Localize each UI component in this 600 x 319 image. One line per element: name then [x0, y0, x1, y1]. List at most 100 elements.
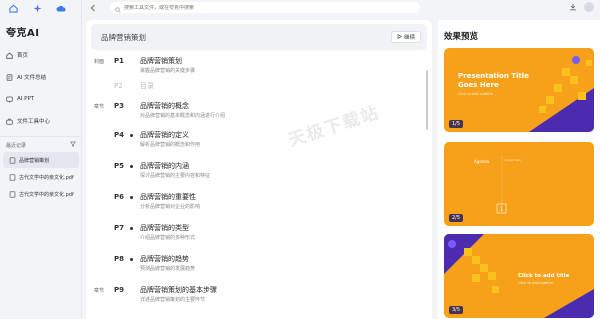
- sidebar-item-ai-file-summary[interactable]: AI 文件总结: [0, 66, 82, 88]
- slide-subtitle: Click to add subtitle: [458, 92, 493, 96]
- row-subtitle[interactable]: 解析品牌营销的概念和作用: [140, 141, 200, 148]
- slide-page-badge: 1/5: [449, 120, 464, 128]
- bullet-dot: [130, 134, 133, 137]
- row-title[interactable]: 目录: [140, 81, 154, 91]
- sidebar-nav: 首页 AI 文件总结 AI PPT 文件工具中心: [0, 44, 82, 132]
- filter-icon[interactable]: [69, 141, 77, 149]
- row-subtitle[interactable]: 掌握品牌营销的关键步骤: [140, 67, 195, 74]
- row-title[interactable]: 品牌营销的概念: [140, 101, 189, 111]
- preview-panel: 效果预览 Presentation Title Goes Here Click …: [438, 20, 600, 319]
- ppt-icon: [6, 96, 13, 103]
- ppt-file-icon: [9, 156, 16, 164]
- bullet-dot: [130, 196, 133, 199]
- continue-button[interactable]: 继续: [390, 31, 421, 43]
- play-icon: [397, 33, 403, 41]
- bullet-dot: [130, 227, 133, 230]
- outline-title-bar: 品牌营销策划 继续: [91, 24, 427, 50]
- search-bar[interactable]: [110, 2, 420, 13]
- document-icon: [9, 190, 16, 198]
- recent-history: 最近记录 品牌营销策划 古代文学中的亲文化.pdf 古代文学中的亲文化.pdf: [0, 136, 82, 203]
- row-subtitle[interactable]: 详述品牌营销策划的主要环节: [140, 296, 205, 303]
- page-number: P6: [114, 193, 125, 201]
- history-item[interactable]: 品牌营销策划: [3, 152, 79, 168]
- cloud-icon[interactable]: [56, 3, 66, 13]
- history-item-label: 古代文学中的亲文化.pdf: [19, 191, 74, 198]
- scrollbar[interactable]: [426, 70, 428, 130]
- slide-thumbnail[interactable]: Presentation Title Goes Here Click to ad…: [444, 48, 594, 132]
- slide-title: Click to add title: [518, 273, 570, 279]
- outline-row[interactable]: P6 品牌营销的重要性 分析品牌营销对企业的影响: [86, 190, 432, 221]
- row-tag: 章节: [94, 288, 105, 294]
- outline-row[interactable]: P2 目录: [86, 79, 432, 99]
- preview-title: 效果预览: [444, 32, 479, 42]
- slide-subtitle: Content Here: [504, 159, 521, 162]
- search-input[interactable]: [124, 4, 414, 11]
- row-tag: 章节: [94, 104, 105, 110]
- slide-page-badge: 3/5: [449, 306, 464, 314]
- row-title[interactable]: 品牌营销策划: [140, 56, 182, 66]
- page-number: P2: [114, 82, 123, 90]
- avatar[interactable]: [584, 2, 594, 12]
- outline-row[interactable]: P8 品牌营销的趋势 预测品牌营销的发展趋势: [86, 252, 432, 283]
- slide-page-badge: 2/5: [449, 214, 464, 222]
- outline-title[interactable]: 品牌营销策划: [101, 32, 146, 43]
- back-icon[interactable]: [88, 3, 98, 13]
- page-number: P4: [114, 131, 125, 139]
- slide-title: Agenda: [474, 159, 490, 164]
- download-icon[interactable]: [568, 2, 578, 12]
- sidebar: 夸克AI 首页 AI 文件总结 AI PPT 文件工具中心 最近记录 品牌营销策…: [0, 0, 82, 319]
- outline-row[interactable]: P5 品牌营销的内涵 探讨品牌营销的主要内容和特征: [86, 159, 432, 190]
- recent-history-title: 最近记录: [6, 142, 27, 149]
- outline-row[interactable]: 章节 P3 品牌营销的概念 对品牌营销的基本概念和内涵进行介绍: [86, 99, 432, 128]
- page-number: P1: [114, 57, 125, 65]
- page-number: P3: [114, 102, 125, 110]
- recent-history-header: 最近记录: [0, 139, 82, 151]
- top-bar-actions: [568, 2, 594, 12]
- sidebar-item-label: AI PPT: [17, 96, 35, 102]
- slide-thumbnail[interactable]: 1 Agenda Content Here 2/5: [444, 142, 594, 226]
- outline-row[interactable]: P4 品牌营销的定义 解析品牌营销的概念和作用: [86, 128, 432, 159]
- sidebar-toolbar: [0, 0, 81, 16]
- slide-art: [529, 56, 594, 132]
- row-subtitle[interactable]: 介绍品牌营销的多种形式: [140, 234, 195, 241]
- bullet-dot: [130, 165, 133, 168]
- sidebar-item-label: 文件工具中心: [17, 119, 51, 125]
- outline-row[interactable]: 封面 P1 品牌营销策划 掌握品牌营销的关键步骤: [86, 54, 432, 79]
- row-subtitle[interactable]: 对品牌营销的基本概念和内涵进行介绍: [140, 112, 225, 119]
- sidebar-item-label: AI 文件总结: [17, 75, 47, 81]
- home-icon: [6, 51, 13, 59]
- outline-row[interactable]: 章节 P9 品牌营销策划的基本步骤 详述品牌营销策划的主要环节: [86, 283, 432, 308]
- row-tag: 封面: [94, 59, 105, 65]
- file-summary-icon: [6, 73, 13, 81]
- row-title[interactable]: 品牌营销的趋势: [140, 254, 189, 264]
- outline-row[interactable]: P7 品牌营销的类型 介绍品牌营销的多种形式: [86, 221, 432, 252]
- app-window: 夸克AI 首页 AI 文件总结 AI PPT 文件工具中心 最近记录 品牌营销策…: [0, 0, 600, 319]
- document-icon: [9, 173, 16, 181]
- continue-label: 继续: [403, 35, 415, 41]
- row-title[interactable]: 品牌营销的类型: [140, 223, 189, 233]
- row-title[interactable]: 品牌营销的重要性: [140, 192, 196, 202]
- row-subtitle[interactable]: 预测品牌营销的发展趋势: [140, 265, 195, 272]
- page-number: P5: [114, 162, 125, 170]
- slide-title: Presentation Title Goes Here: [458, 72, 529, 89]
- row-title[interactable]: 品牌营销的内涵: [140, 161, 189, 171]
- bullet-dot: [130, 258, 133, 261]
- slide-thumbnail[interactable]: Click to add title Click to add subtitle…: [444, 234, 594, 318]
- sidebar-item-ai-ppt[interactable]: AI PPT: [0, 88, 82, 110]
- history-item[interactable]: 古代文学中的亲文化.pdf: [3, 169, 79, 185]
- row-title[interactable]: 品牌营销策划的基本步骤: [140, 285, 217, 295]
- sparkle-icon[interactable]: [32, 3, 42, 13]
- row-subtitle[interactable]: 分析品牌营销对企业的影响: [140, 203, 200, 210]
- top-bar: [82, 0, 600, 16]
- row-title[interactable]: 品牌营销的定义: [140, 130, 189, 140]
- slide-art: 1: [496, 156, 507, 214]
- slide-subtitle: Click to add subtitle: [518, 281, 553, 285]
- history-item[interactable]: 古代文学中的亲文化.pdf: [3, 186, 79, 202]
- sidebar-item-file-tools[interactable]: 文件工具中心: [0, 110, 82, 132]
- home-shortcut-icon[interactable]: [8, 3, 18, 13]
- row-subtitle[interactable]: 探讨品牌营销的主要内容和特征: [140, 172, 210, 179]
- outline-list: 封面 P1 品牌营销策划 掌握品牌营销的关键步骤 P2 目录 章节 P3 品牌营…: [86, 54, 432, 308]
- history-item-label: 古代文学中的亲文化.pdf: [19, 174, 74, 181]
- svg-text:1: 1: [500, 207, 503, 213]
- sidebar-item-home[interactable]: 首页: [0, 44, 82, 66]
